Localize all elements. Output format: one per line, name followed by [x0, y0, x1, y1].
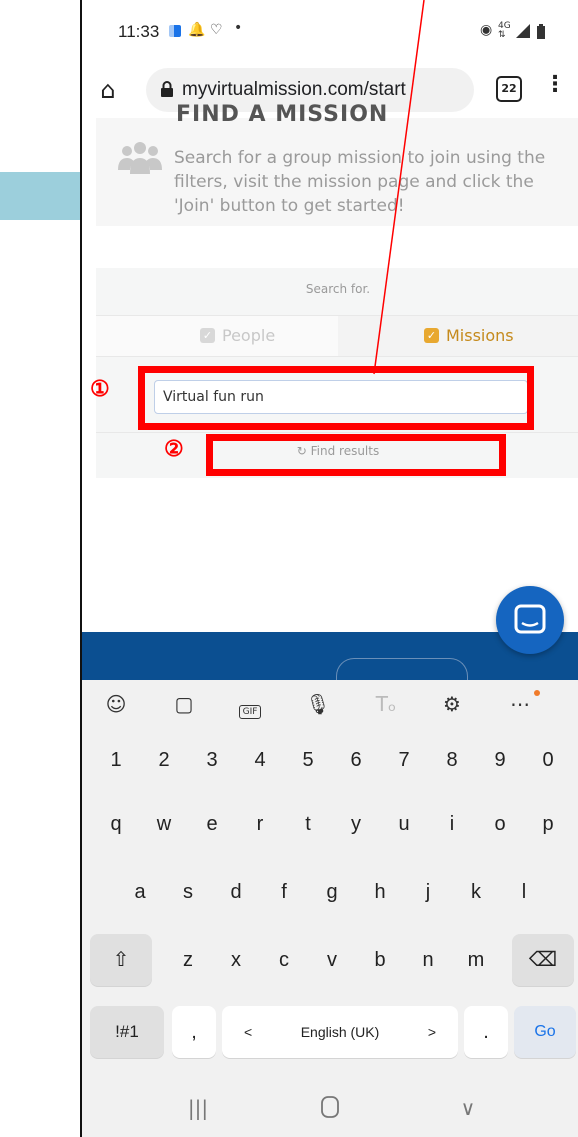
annotation-box-2 [206, 434, 506, 476]
key[interactable]: u [384, 798, 424, 850]
comma-key[interactable]: , [172, 1006, 216, 1058]
key[interactable]: n [408, 934, 448, 986]
more-icon[interactable]: ⋯ [500, 692, 540, 716]
key[interactable]: 4 [240, 734, 280, 786]
chat-icon [514, 604, 546, 634]
smiley-icon[interactable]: ☺ [96, 692, 136, 716]
key[interactable]: y [336, 798, 376, 850]
cursor-left-icon: < [244, 1024, 253, 1040]
key[interactable]: h [360, 866, 400, 918]
annotation-number-2: ② [164, 436, 184, 462]
key[interactable]: v [312, 934, 352, 986]
annotation-line [373, 0, 425, 375]
key[interactable]: s [168, 866, 208, 918]
go-key[interactable]: Go [514, 1006, 576, 1058]
key[interactable]: k [456, 866, 496, 918]
key[interactable]: 6 [336, 734, 376, 786]
key[interactable]: e [192, 798, 232, 850]
space-language-label: English (UK) [300, 1024, 380, 1040]
key[interactable]: 9 [480, 734, 520, 786]
key[interactable]: l [504, 866, 544, 918]
space-key[interactable]: < English (UK) > [222, 1006, 458, 1058]
key[interactable]: 5 [288, 734, 328, 786]
gif-icon[interactable]: GIF [230, 695, 270, 719]
key[interactable]: 1 [96, 734, 136, 786]
shift-key[interactable]: ⇧ [90, 934, 152, 986]
gif-label: GIF [238, 705, 262, 719]
backspace-key[interactable]: ⌫ [512, 934, 574, 986]
notification-dot [534, 690, 540, 696]
key[interactable]: w [144, 798, 184, 850]
key[interactable]: i [432, 798, 472, 850]
annotation-box-1 [138, 366, 534, 430]
key[interactable]: f [264, 866, 304, 918]
key[interactable]: 3 [192, 734, 232, 786]
key[interactable]: 8 [432, 734, 472, 786]
chat-button[interactable] [496, 586, 564, 654]
settings-icon[interactable]: ⚙ [432, 692, 472, 716]
key[interactable]: t [288, 798, 328, 850]
annotation-number-1: ① [90, 376, 110, 402]
microphone-icon[interactable]: 🎙 [298, 692, 338, 716]
on-screen-keyboard: ☺ ▢ GIF 🎙 Tₒ ⚙ ⋯ 1 2 3 4 5 6 7 8 9 0 q w… [82, 680, 578, 1137]
key[interactable]: b [360, 934, 400, 986]
key[interactable]: 7 [384, 734, 424, 786]
home-icon[interactable] [310, 1096, 350, 1123]
key[interactable]: a [120, 866, 160, 918]
key[interactable]: g [312, 866, 352, 918]
key[interactable]: r [240, 798, 280, 850]
key[interactable]: o [480, 798, 520, 850]
key[interactable]: p [528, 798, 568, 850]
period-key[interactable]: . [464, 1006, 508, 1058]
phone-screen: 11:33 🔔 ♡ • ◉ 4G ⇅ ⌂ myvirtualmission.com… [80, 0, 578, 1137]
key[interactable]: c [264, 934, 304, 986]
divider [96, 432, 578, 433]
key[interactable]: x [216, 934, 256, 986]
system-nav-bar: ||| ∨ [82, 1078, 578, 1137]
sticker-icon[interactable]: ▢ [164, 692, 204, 716]
recents-icon[interactable]: ||| [178, 1096, 218, 1120]
cursor-right-icon: > [427, 1024, 436, 1040]
back-icon[interactable]: ∨ [448, 1096, 488, 1120]
key[interactable]: 0 [528, 734, 568, 786]
key[interactable]: z [168, 934, 208, 986]
handwriting-icon[interactable]: Tₒ [366, 692, 406, 716]
symbols-key[interactable]: !#1 [90, 1006, 164, 1058]
key[interactable]: q [96, 798, 136, 850]
key[interactable]: m [456, 934, 496, 986]
key[interactable]: d [216, 866, 256, 918]
key[interactable]: 2 [144, 734, 184, 786]
keyboard-toolbar: ☺ ▢ GIF 🎙 Tₒ ⚙ ⋯ [82, 680, 578, 730]
key[interactable]: j [408, 866, 448, 918]
